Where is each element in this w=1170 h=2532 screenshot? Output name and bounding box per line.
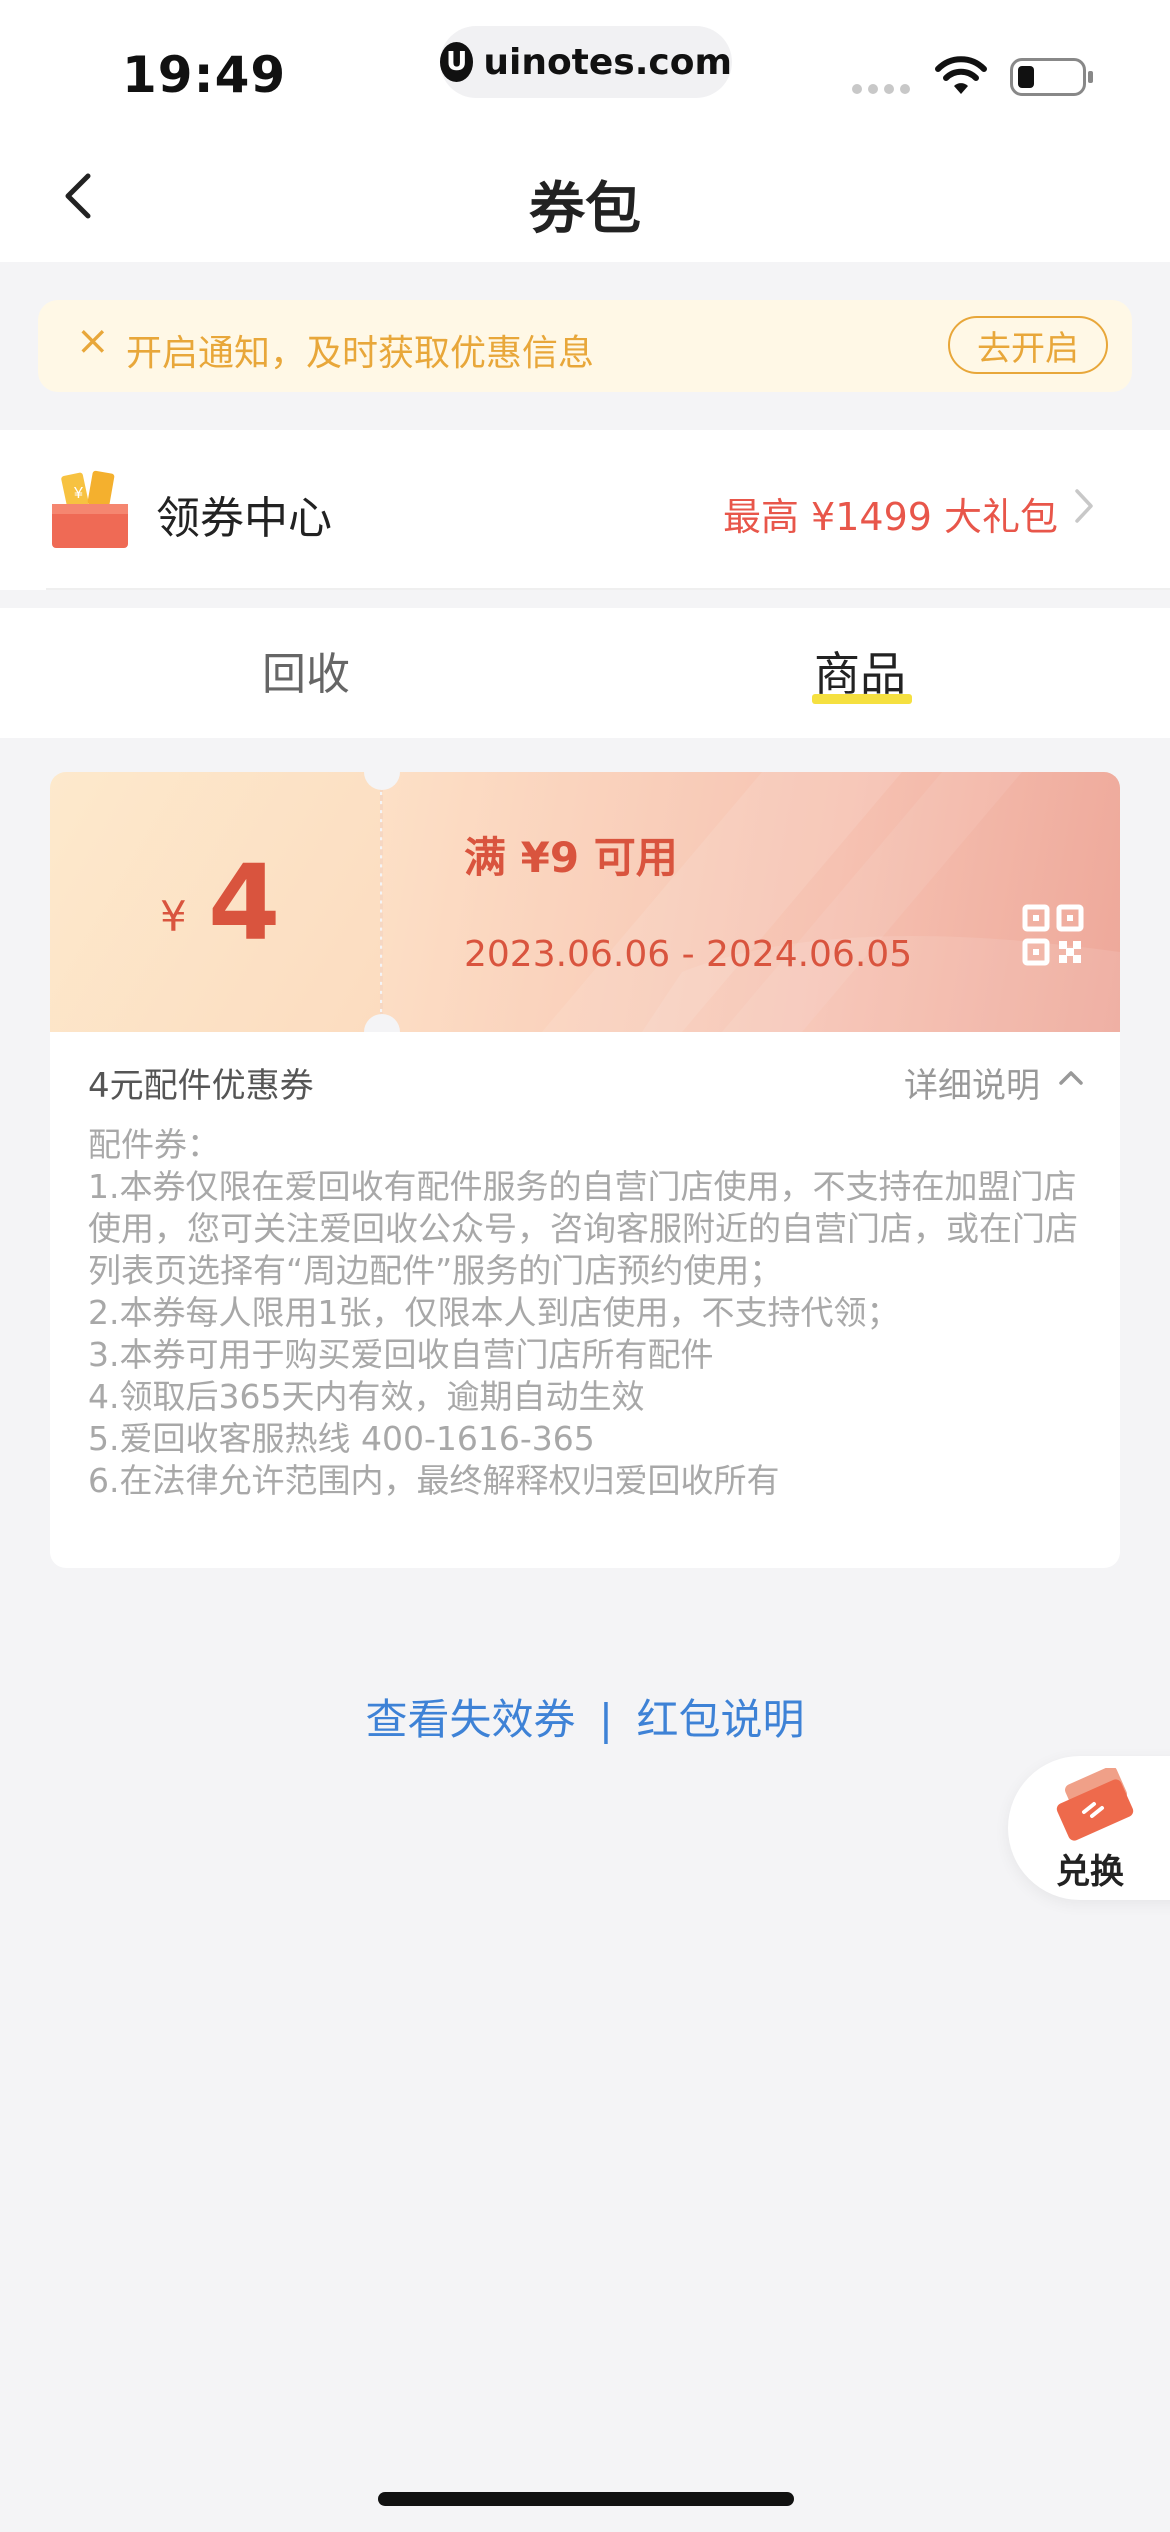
notification-banner: × 开启通知，及时获取优惠信息 去开启	[38, 300, 1132, 392]
coupon-name: 4元配件优惠券	[88, 1066, 314, 1106]
ticket-exchange-icon	[1056, 1768, 1134, 1841]
coupon-amount-section: ¥ 4	[50, 772, 380, 1032]
coupon-details-panel: 4元配件优惠券 详细说明 配件券： 1.本券仅限在爱回收有配件服务的自营门店使用…	[50, 1032, 1120, 1568]
site-logo-icon: U	[440, 42, 474, 82]
link-separator: |	[598, 1695, 614, 1744]
page-title: 券包	[529, 177, 641, 242]
coupon-validity: 2023.06.06 - 2024.06.05	[464, 934, 913, 975]
footer-links: 查看失效券 | 红包说明	[0, 1686, 1170, 1747]
details-toggle[interactable]: 详细说明	[904, 1058, 1040, 1107]
exchange-label: 兑换	[1056, 1852, 1124, 1892]
wifi-icon	[935, 56, 987, 94]
red-packet-info-link[interactable]: 红包说明	[636, 1686, 804, 1747]
terms-line: 5.爱回收客服热线 400-1616-365	[88, 1419, 595, 1458]
coupon-dashed-separator	[380, 786, 383, 1018]
status-time: 19:49	[122, 46, 287, 104]
nav-bar: 券包	[0, 130, 1170, 262]
coupon-currency: ¥	[160, 892, 187, 941]
svg-text:¥: ¥	[73, 485, 83, 502]
chevron-right-icon	[1075, 489, 1093, 523]
battery-icon	[1010, 58, 1093, 96]
terms-line: 2.本券每人限用1张，仅限本人到店使用，不支持代领；	[88, 1293, 900, 1332]
qr-code-icon[interactable]	[1022, 904, 1084, 966]
coupon-center-label: 领券中心	[156, 493, 332, 544]
coupon-card[interactable]: ¥ 4 满 ¥9 可用 2023.06.06 - 2024.06.05	[50, 772, 1120, 1032]
coupon-info-section	[382, 772, 1120, 1032]
terms-line: 配件券：	[88, 1125, 220, 1164]
status-bar: 19:49 U uinotes.com	[0, 0, 1170, 130]
active-tab-indicator	[812, 694, 912, 704]
divider	[46, 588, 1170, 590]
tab-recycle[interactable]: 回收	[262, 638, 350, 702]
coupon-terms: 配件券： 1.本券仅限在爱回收有配件服务的自营门店使用，不支持在加盟门店使用，您…	[88, 1124, 1098, 1502]
notification-text: 开启通知，及时获取优惠信息	[126, 333, 595, 374]
url-pill[interactable]: U uinotes.com	[440, 26, 732, 98]
home-indicator	[378, 2492, 794, 2506]
coupon-amount: 4	[208, 842, 281, 964]
chevron-up-icon[interactable]	[1058, 1068, 1084, 1086]
exchange-button[interactable]: 兑换	[1008, 1756, 1170, 1900]
tab-bar: 回收 商品	[0, 608, 1170, 738]
coupon-center-promo: 最高 ¥1499 大礼包	[722, 495, 1058, 539]
cellular-signal-icon	[852, 84, 910, 94]
coupon-center-row[interactable]: ¥ 领券中心 最高 ¥1499 大礼包	[0, 430, 1170, 590]
url-text: uinotes.com	[483, 41, 732, 83]
gift-box-icon: ¥	[52, 470, 128, 548]
close-icon[interactable]: ×	[76, 318, 110, 364]
expired-coupons-link[interactable]: 查看失效券	[366, 1686, 576, 1747]
terms-line: 1.本券仅限在爱回收有配件服务的自营门店使用，不支持在加盟门店使用，您可关注爱回…	[88, 1167, 1078, 1290]
coupon-background-pattern	[542, 772, 1120, 1032]
coupon-condition: 满 ¥9 可用	[464, 833, 678, 882]
terms-line: 6.在法律允许范围内，最终解释权归爱回收所有	[88, 1461, 780, 1500]
terms-line: 4.领取后365天内有效，逾期自动生效	[88, 1377, 645, 1416]
enable-notification-button[interactable]: 去开启	[948, 316, 1108, 374]
terms-line: 3.本券可用于购买爱回收自营门店所有配件	[88, 1335, 714, 1374]
